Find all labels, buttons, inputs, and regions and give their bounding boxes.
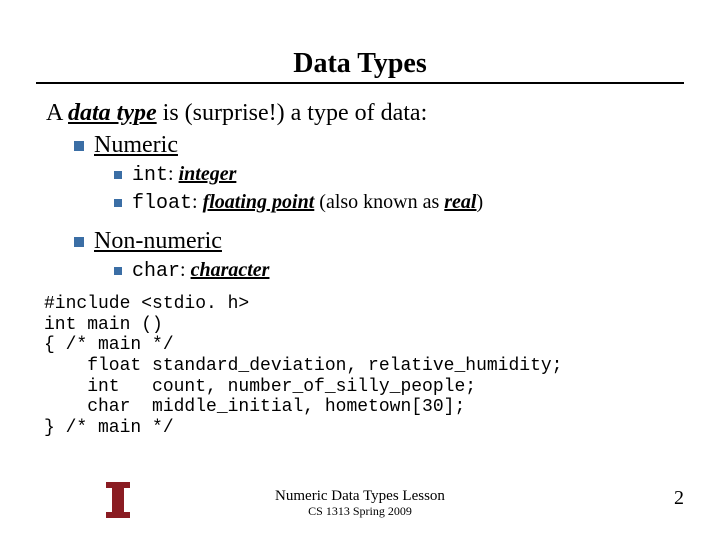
page-number: 2: [674, 487, 684, 510]
bullet-icon: [114, 199, 122, 207]
float-post2: ): [476, 191, 483, 213]
slide: Data Types A data type is (surprise!) a …: [0, 0, 720, 540]
item-float: float: floating point (also known as rea…: [114, 190, 676, 216]
section-numeric-label: Numeric: [94, 132, 178, 158]
term-integer: integer: [179, 163, 237, 185]
kw-char: char: [132, 260, 180, 283]
term-character: character: [191, 259, 270, 281]
bullet-icon: [74, 237, 84, 247]
section-numeric: Numeric: [74, 130, 676, 160]
bullet-icon: [114, 267, 122, 275]
section-nonnumeric-label: Non-numeric: [94, 228, 222, 254]
sep: :: [192, 191, 203, 213]
title-rule: [36, 82, 684, 84]
intro-term: data type: [68, 100, 157, 126]
intro-pre: A: [46, 100, 68, 126]
term-real: real: [444, 191, 476, 213]
sep: :: [168, 163, 179, 185]
term-floating-point: floating point: [203, 191, 315, 213]
intro-line: A data type is (surprise!) a type of dat…: [46, 98, 676, 128]
footer-lesson: Numeric Data Types Lesson: [0, 488, 720, 505]
sep: :: [180, 259, 191, 281]
code-block: #include <stdio. h> int main () { /* mai…: [44, 294, 720, 439]
bullet-icon: [114, 171, 122, 179]
intro-post: is (surprise!) a type of data:: [157, 100, 428, 126]
item-int: int: integer: [114, 162, 676, 188]
footer: Numeric Data Types Lesson CS 1313 Spring…: [0, 488, 720, 518]
bullet-icon: [74, 141, 84, 151]
section-nonnumeric: Non-numeric: [74, 226, 676, 256]
kw-float: float: [132, 192, 192, 215]
slide-body: A data type is (surprise!) a type of dat…: [44, 98, 676, 284]
slide-title: Data Types: [0, 0, 720, 80]
kw-int: int: [132, 164, 168, 187]
footer-course: CS 1313 Spring 2009: [0, 505, 720, 518]
float-post: (also known as: [314, 191, 444, 213]
item-char: char: character: [114, 258, 676, 284]
